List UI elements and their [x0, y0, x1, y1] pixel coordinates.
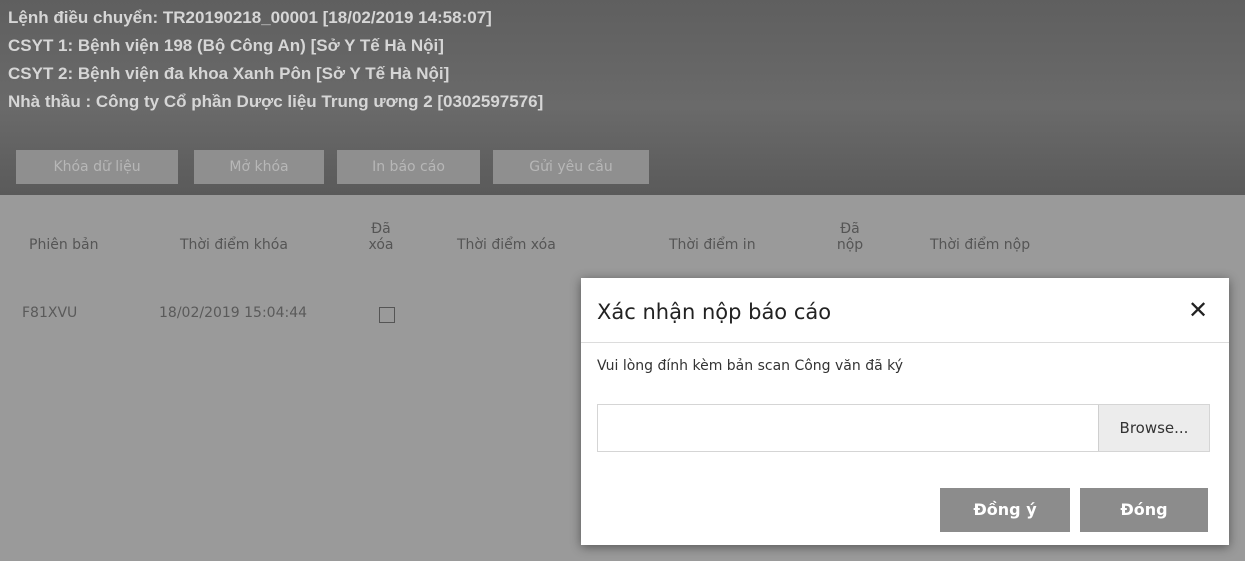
send-request-button[interactable]: Gửi yêu cầu [493, 150, 649, 184]
close-button[interactable]: Đóng [1080, 488, 1208, 532]
print-report-button[interactable]: In báo cáo [337, 150, 480, 184]
header-deleted: Đã xóa [368, 221, 394, 253]
header-submit-time: Thời điểm nộp [930, 237, 1031, 253]
submit-report-dialog: Xác nhận nộp báo cáo ✕ Vui lòng đính kèm… [581, 278, 1229, 545]
unlock-button[interactable]: Mở khóa [194, 150, 324, 184]
row-deleted-checkbox[interactable] [379, 307, 395, 323]
transfer-order-line: Lệnh điều chuyển: TR20190218_00001 [18/0… [8, 8, 492, 27]
facility-1-line: CSYT 1: Bệnh viện 198 (Bộ Công An) [Sở Y… [8, 36, 444, 55]
file-upload-field[interactable]: Browse... [597, 404, 1210, 452]
lock-data-button[interactable]: Khóa dữ liệu [16, 150, 178, 184]
page-header: Lệnh điều chuyển: TR20190218_00001 [18/0… [0, 0, 1245, 195]
header-lock-time: Thời điểm khóa [180, 237, 288, 253]
divider [581, 342, 1229, 343]
header-submitted: Đã nộp [836, 221, 864, 253]
row-lock-time: 18/02/2019 15:04:44 [159, 305, 308, 321]
header-delete-time: Thời điểm xóa [457, 237, 556, 253]
close-icon[interactable]: ✕ [1188, 296, 1208, 324]
browse-button[interactable]: Browse... [1098, 405, 1209, 451]
contractor-line: Nhà thầu : Công ty Cổ phần Dược liệu Tru… [8, 92, 544, 111]
header-version: Phiên bản [29, 237, 99, 253]
header-print-time: Thời điểm in [669, 237, 756, 253]
facility-2-line: CSYT 2: Bệnh viện đa khoa Xanh Pôn [Sở Y… [8, 64, 450, 83]
confirm-button[interactable]: Đồng ý [940, 488, 1070, 532]
row-version: F81XVU [22, 305, 78, 321]
dialog-title: Xác nhận nộp báo cáo [597, 300, 832, 324]
dialog-message: Vui lòng đính kèm bản scan Công văn đã k… [597, 358, 904, 374]
